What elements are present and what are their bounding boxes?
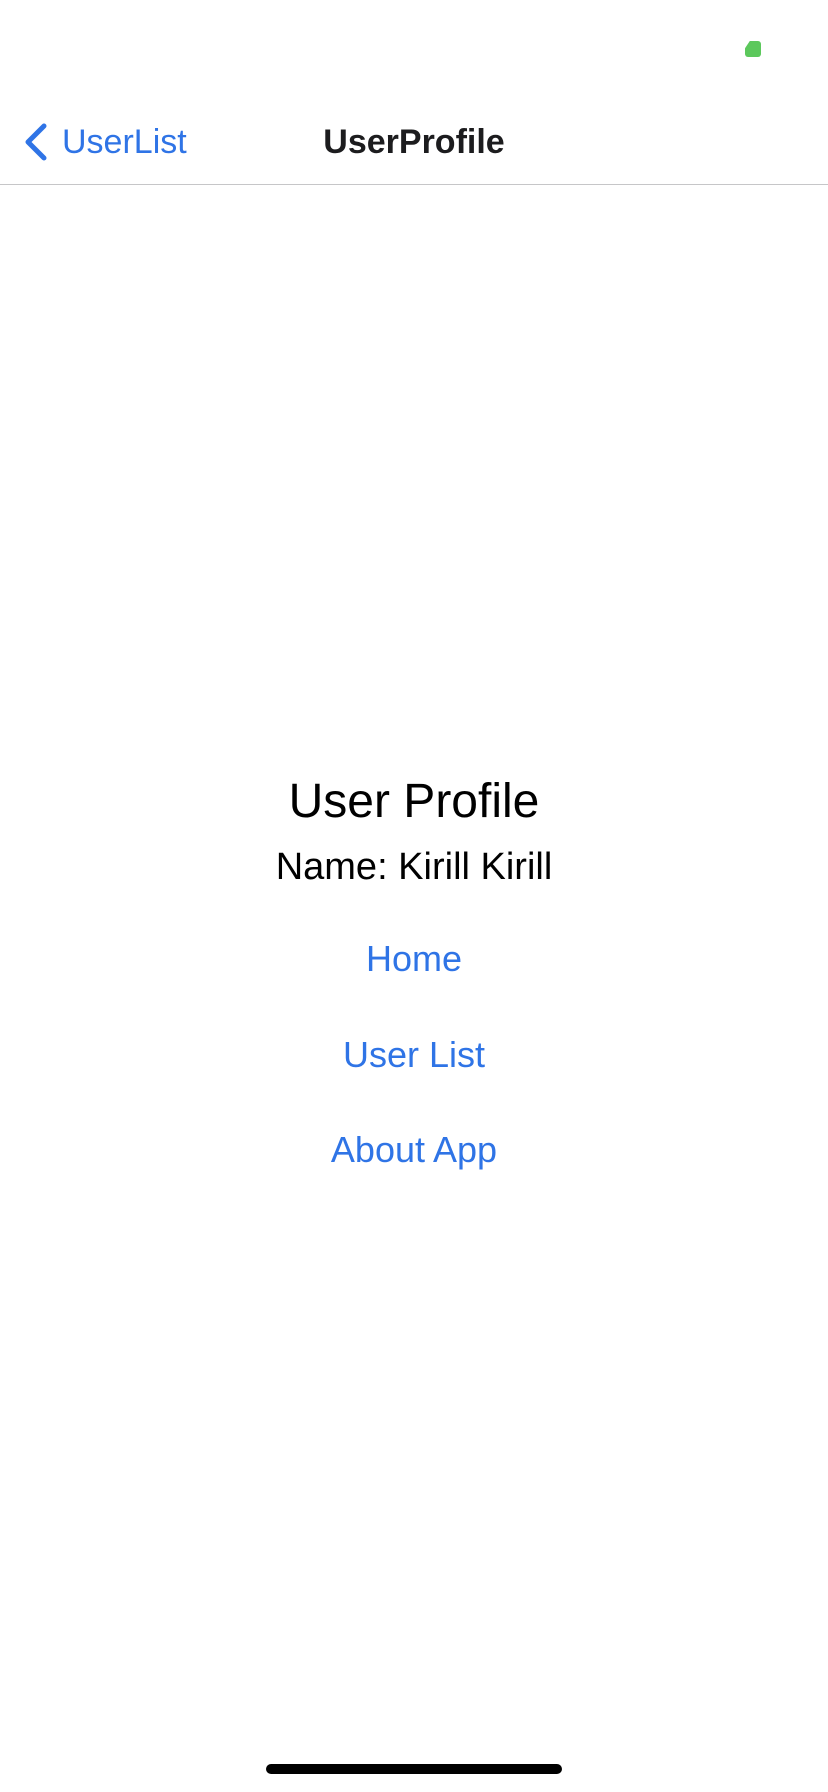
status-bar	[0, 0, 828, 100]
user-name-label: Name: Kirill Kirill	[275, 846, 553, 888]
user-list-link[interactable]: User List	[214, 1030, 614, 1080]
home-indicator[interactable]	[266, 1764, 562, 1774]
battery-icon	[745, 41, 761, 57]
page-title: UserProfile	[323, 123, 505, 161]
navigation-bar: UserList UserProfile	[0, 100, 828, 185]
profile-content: User Profile Name: Kirill Kirill Home Us…	[0, 770, 828, 1175]
profile-heading: User Profile	[288, 775, 540, 828]
about-app-link[interactable]: About App	[214, 1125, 614, 1175]
home-link[interactable]: Home	[214, 934, 614, 984]
